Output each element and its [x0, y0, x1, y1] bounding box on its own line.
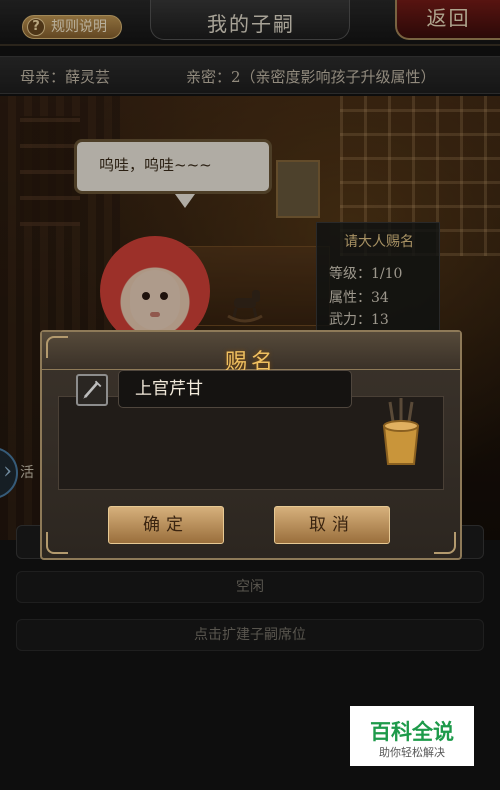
dialog-header: 赐名: [42, 332, 460, 375]
naming-dialog: 赐名 上官芹甘 确定 取消: [40, 330, 462, 560]
confirm-button[interactable]: 确定: [108, 506, 224, 544]
brush-edit-icon[interactable]: [76, 374, 108, 406]
cancel-button[interactable]: 取消: [274, 506, 390, 544]
watermark-tagline: 助你轻松解决: [379, 746, 445, 759]
watermark-logo: 百科全说 助你轻松解决: [350, 706, 474, 766]
corner-ornament: [434, 532, 456, 554]
name-input[interactable]: 上官芹甘: [118, 370, 352, 408]
corner-ornament: [46, 336, 68, 358]
corner-ornament: [46, 532, 68, 554]
watermark-brand: 百科全说: [370, 720, 454, 744]
brush-pot-icon: [382, 398, 420, 465]
